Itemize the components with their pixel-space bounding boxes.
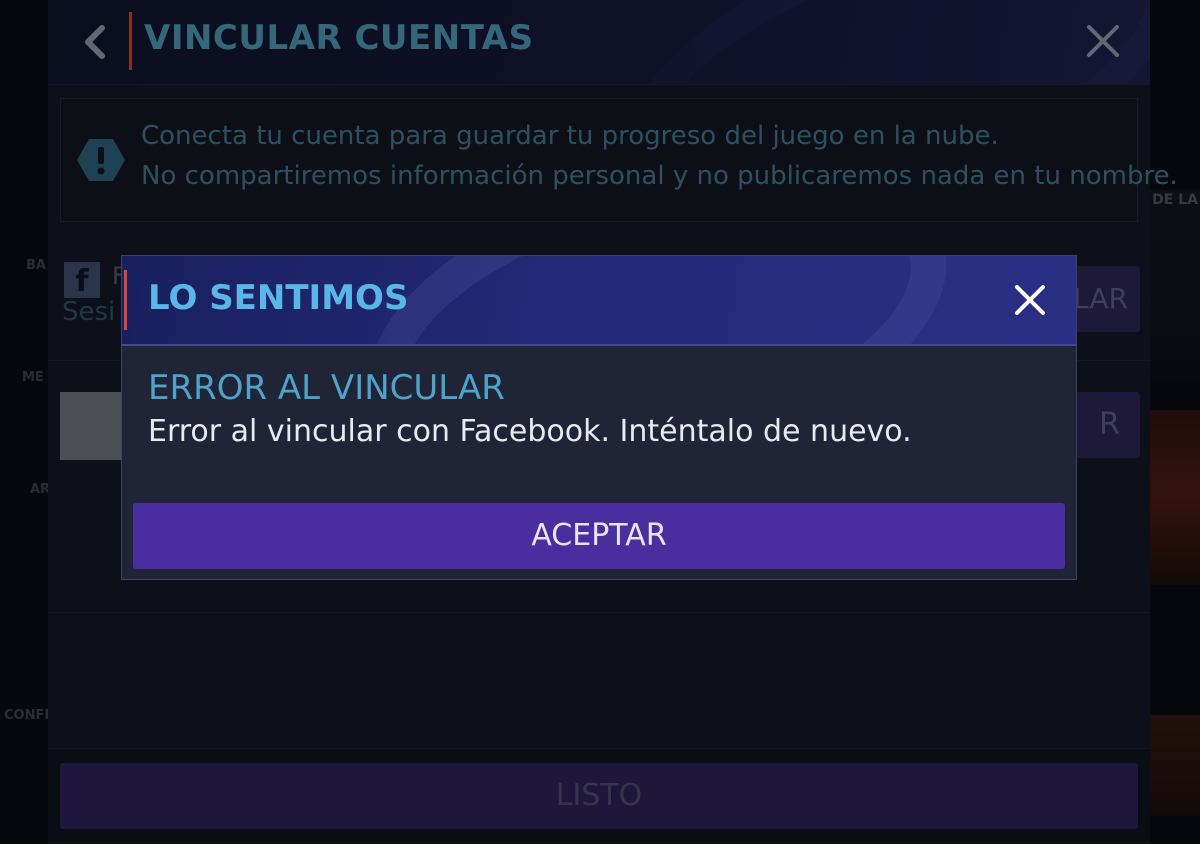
dialog-title: LO SENTIMOS (148, 278, 409, 318)
close-icon (1015, 285, 1045, 315)
dialog-close-button[interactable] (1012, 282, 1048, 318)
error-dialog: LO SENTIMOS ERROR AL VINCULAR Error al v… (121, 255, 1077, 580)
dialog-header: LO SENTIMOS (122, 256, 1076, 346)
dialog-header-decoration (334, 256, 982, 344)
dialog-subtitle: ERROR AL VINCULAR (148, 368, 505, 408)
dialog-message: Error al vincular con Facebook. Inténtal… (148, 414, 912, 449)
dialog-accent-bar (124, 270, 127, 330)
accept-button[interactable]: ACEPTAR (133, 503, 1065, 569)
